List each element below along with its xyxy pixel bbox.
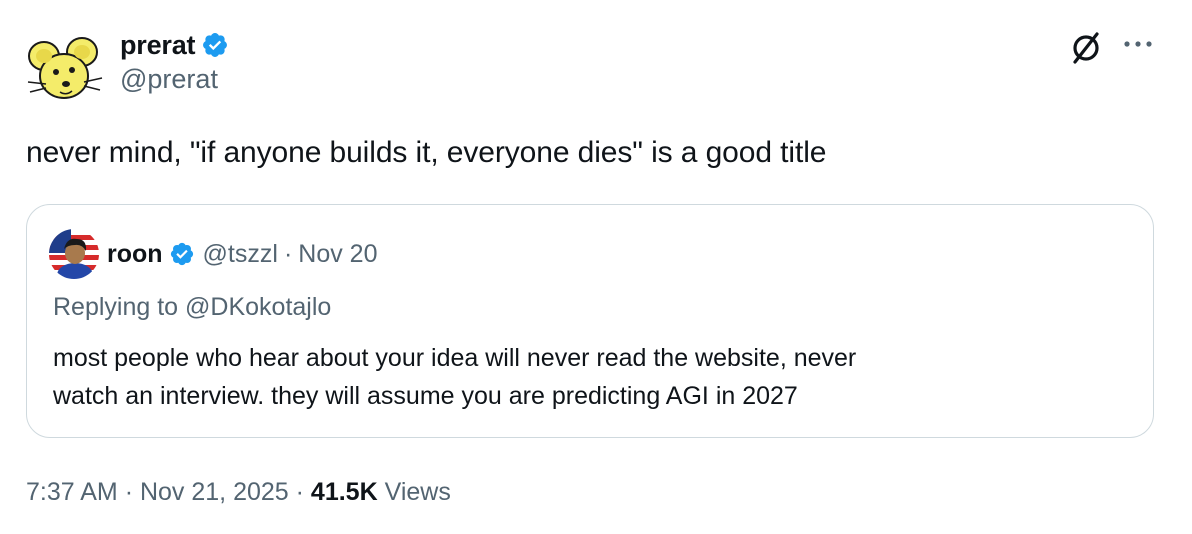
tweet-date[interactable]: Nov 21, 2025 xyxy=(140,478,289,506)
quoted-tweet-card[interactable]: roon @tszzl · Nov 20 Replying to @DKokot… xyxy=(26,204,1154,438)
meta-separator: · xyxy=(295,478,304,506)
replying-prefix: Replying to xyxy=(53,293,179,321)
avatar[interactable] xyxy=(24,34,104,106)
views-label[interactable]: Views xyxy=(385,478,451,506)
quoted-text-line: watch an interview. they will assume you… xyxy=(53,382,798,410)
verified-badge-icon[interactable] xyxy=(201,31,229,59)
quoted-verified-badge-icon[interactable] xyxy=(169,241,195,267)
tweet-time[interactable]: 7:37 AM xyxy=(26,478,118,506)
quoted-display-name[interactable]: roon xyxy=(107,240,163,269)
grok-icon[interactable] xyxy=(1066,28,1106,68)
tweet-metadata: 7:37 AM · Nov 21, 2025 · 41.5K Views xyxy=(26,478,451,507)
quoted-date[interactable]: Nov 20 xyxy=(298,240,377,269)
quoted-handle[interactable]: @tszzl xyxy=(203,240,278,269)
quoted-text-line: most people who hear about your idea wil… xyxy=(53,344,857,372)
quoted-separator: · xyxy=(283,239,293,268)
quoted-text: most people who hear about your idea wil… xyxy=(53,339,1133,415)
author-handle[interactable]: @prerat xyxy=(120,64,229,95)
replying-to-line: Replying to @DKokotajlo xyxy=(53,293,331,322)
meta-separator: · xyxy=(124,478,134,506)
author-display-name[interactable]: prerat xyxy=(120,30,196,61)
quoted-avatar[interactable] xyxy=(49,229,99,279)
tweet-text: never mind, "if anyone builds it, everyo… xyxy=(26,136,827,169)
views-count[interactable]: 41.5K xyxy=(311,478,378,506)
replying-to-mention[interactable]: @DKokotajlo xyxy=(185,293,331,321)
more-options-icon[interactable] xyxy=(1122,36,1154,52)
